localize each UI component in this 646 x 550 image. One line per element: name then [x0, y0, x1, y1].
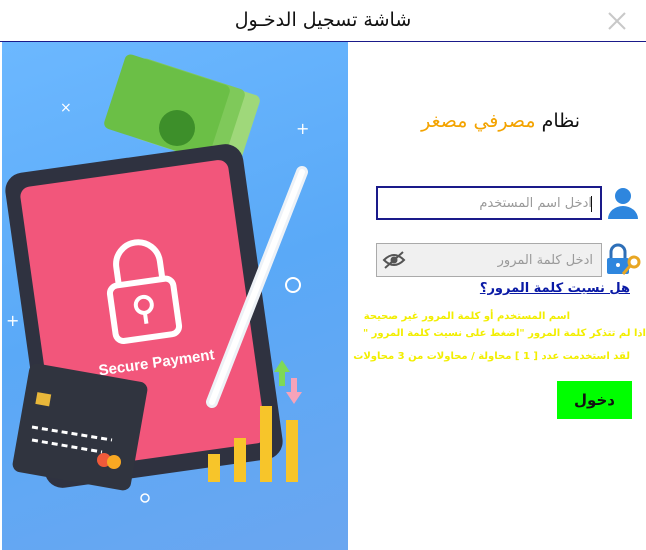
password-field[interactable] [376, 243, 602, 277]
svg-text:×: × [60, 100, 72, 116]
hint-message: اذا لم تتذكر كلمة المرور "اضغط على نسيت … [362, 328, 646, 339]
brand-system-label: نظام [541, 110, 580, 132]
password-input[interactable] [377, 244, 601, 276]
svg-text:+: + [6, 311, 19, 330]
title-bar: شاشة تسجيل الدخـول [0, 0, 646, 42]
username-field[interactable] [376, 186, 602, 220]
brand-title: نظام مصرفي مصغر [420, 110, 580, 132]
forgot-password-link[interactable]: هل نسيت كلمة المرور؟ [470, 281, 630, 296]
lock-key-icon [607, 243, 641, 275]
svg-text:+: + [296, 119, 309, 138]
arrow-up-icon [274, 360, 290, 386]
illustration-graphic: Secure Payment × + + [5, 54, 309, 503]
login-button[interactable]: دخول [557, 381, 632, 419]
close-icon[interactable] [604, 8, 630, 34]
username-input[interactable] [378, 188, 600, 218]
window-title: شاشة تسجيل الدخـول [234, 9, 412, 31]
error-message: اسم المستخدم أو كلمة المرور غير صحيحة [363, 311, 570, 322]
eye-slash-icon[interactable] [382, 250, 406, 270]
secure-payment-illustration: Secure Payment × + + [2, 42, 348, 550]
user-icon [603, 183, 643, 223]
arrow-down-icon [286, 378, 302, 404]
brand-name-label: مصرفي مصغر [421, 110, 536, 132]
attempts-message: لقد استخدمت عدد [ 1 ] محاولة / محاولات م… [353, 351, 630, 362]
text-caret [591, 196, 592, 212]
credit-card-icon [12, 363, 148, 491]
